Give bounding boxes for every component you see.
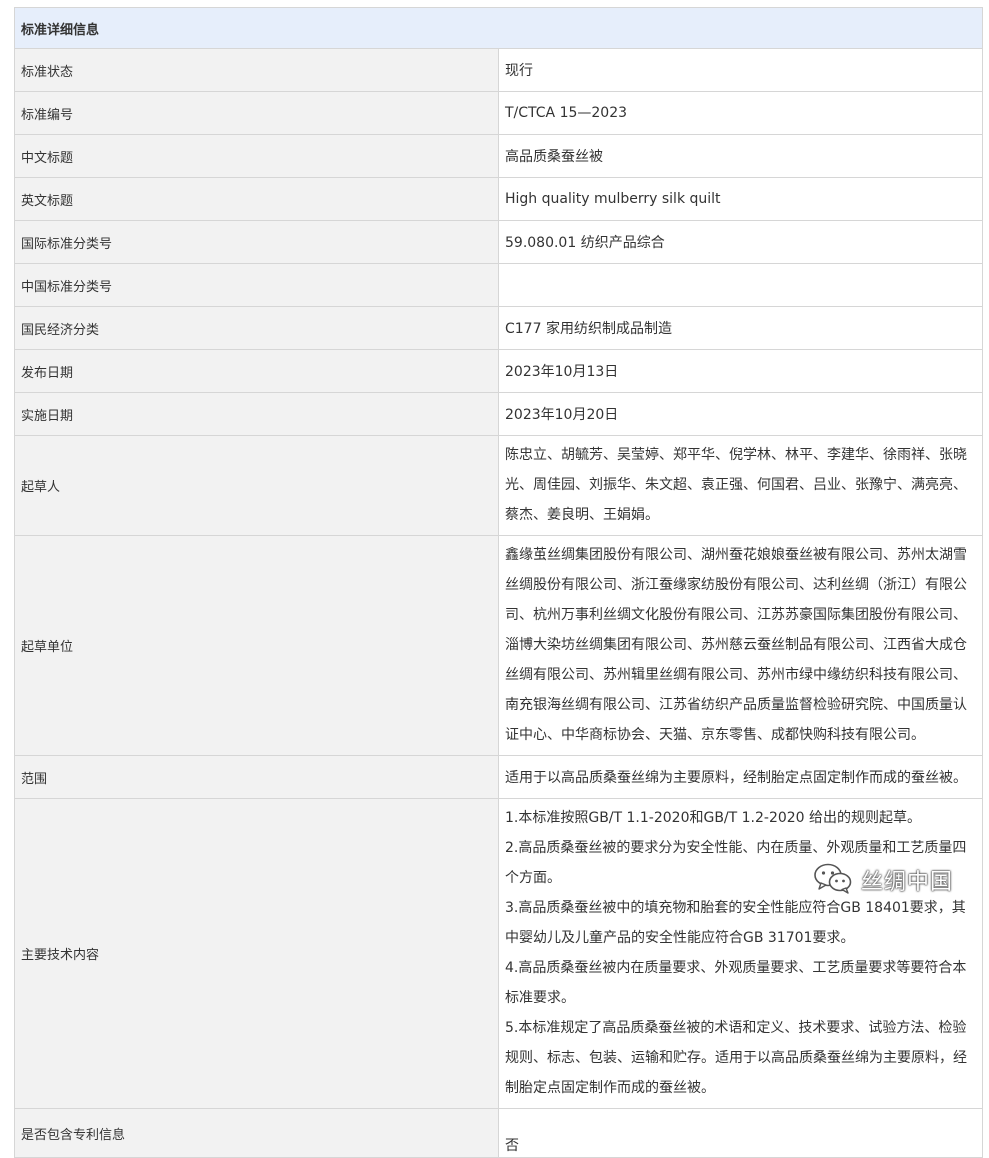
row-label-drafters: 起草人: [14, 435, 499, 536]
section-title: 标准详细信息: [14, 7, 983, 49]
table-row: 中国标准分类号: [14, 263, 983, 307]
watermark-text: 丝绸中国: [861, 870, 954, 895]
wechat-icon: [813, 862, 853, 898]
row-value-patent: 否: [498, 1108, 983, 1158]
row-label-tech-content: 主要技术内容: [14, 798, 499, 1109]
table-header-row: 标准详细信息: [14, 7, 983, 49]
table-row: 是否包含专利信息 否: [14, 1108, 983, 1158]
row-value-ics: 59.080.01 纺织产品综合: [498, 220, 983, 264]
table-row: 英文标题 High quality mulberry silk quilt: [14, 177, 983, 221]
table-row: 标准状态 现行: [14, 48, 983, 92]
row-label-economic-class: 国民经济分类: [14, 306, 499, 350]
row-value-cn-title: 高品质桑蚕丝被: [498, 134, 983, 178]
row-label-patent: 是否包含专利信息: [14, 1108, 499, 1158]
tech-item: 5.本标准规定了高品质桑蚕丝被的术语和定义、技术要求、试验方法、检验规则、标志、…: [505, 1020, 967, 1096]
table-row: 实施日期 2023年10月20日: [14, 392, 983, 436]
row-value-effective-date: 2023年10月20日: [498, 392, 983, 436]
row-value-drafters: 陈忠立、胡毓芳、吴莹婷、郑平华、倪学林、林平、李建华、徐雨祥、张晓光、周佳园、刘…: [498, 435, 983, 536]
watermark: 丝绸中国: [813, 862, 953, 898]
table-row: 国民经济分类 C177 家用纺织制成品制造: [14, 306, 983, 350]
table-row: 发布日期 2023年10月13日: [14, 349, 983, 393]
table-row: 起草人 陈忠立、胡毓芳、吴莹婷、郑平华、倪学林、林平、李建华、徐雨祥、张晓光、周…: [14, 435, 983, 536]
row-value-status: 现行: [498, 48, 983, 92]
row-label-ccs: 中国标准分类号: [14, 263, 499, 307]
row-value-economic-class: C177 家用纺织制成品制造: [498, 306, 983, 350]
row-value-ccs: [498, 263, 983, 307]
row-value-tech-content: 1.本标准按照GB/T 1.1-2020和GB/T 1.2-2020 给出的规则…: [498, 798, 983, 1109]
standard-detail-table: 标准详细信息 标准状态 现行 标准编号 T/CTCA 15—2023 中文标题 …: [14, 7, 983, 1158]
tech-item: 4.高品质桑蚕丝被内在质量要求、外观质量要求、工艺质量要求等要符合本标准要求。: [505, 960, 967, 1006]
tech-item: 1.本标准按照GB/T 1.1-2020和GB/T 1.2-2020 给出的规则…: [505, 810, 922, 826]
row-label-number: 标准编号: [14, 91, 499, 135]
row-label-publish-date: 发布日期: [14, 349, 499, 393]
row-value-scope: 适用于以高品质桑蚕丝绵为主要原料，经制胎定点固定制作而成的蚕丝被。: [498, 755, 983, 799]
table-row: 国际标准分类号 59.080.01 纺织产品综合: [14, 220, 983, 264]
row-label-drafting-units: 起草单位: [14, 535, 499, 756]
row-value-drafting-units: 鑫缘茧丝绸集团股份有限公司、湖州蚕花娘娘蚕丝被有限公司、苏州太湖雪丝绸股份有限公…: [498, 535, 983, 756]
row-label-ics: 国际标准分类号: [14, 220, 499, 264]
row-label-scope: 范围: [14, 755, 499, 799]
table-row: 范围 适用于以高品质桑蚕丝绵为主要原料，经制胎定点固定制作而成的蚕丝被。: [14, 755, 983, 799]
row-value-number: T/CTCA 15—2023: [498, 91, 983, 135]
tech-item: 3.高品质桑蚕丝被中的填充物和胎套的安全性能应符合GB 18401要求，其中婴幼…: [505, 900, 966, 946]
table-row: 标准编号 T/CTCA 15—2023: [14, 91, 983, 135]
row-label-status: 标准状态: [14, 48, 499, 92]
row-label-cn-title: 中文标题: [14, 134, 499, 178]
table-row: 起草单位 鑫缘茧丝绸集团股份有限公司、湖州蚕花娘娘蚕丝被有限公司、苏州太湖雪丝绸…: [14, 535, 983, 756]
row-label-en-title: 英文标题: [14, 177, 499, 221]
standard-detail-panel: 标准详细信息 标准状态 现行 标准编号 T/CTCA 15—2023 中文标题 …: [14, 7, 983, 1158]
row-value-publish-date: 2023年10月13日: [498, 349, 983, 393]
table-row: 中文标题 高品质桑蚕丝被: [14, 134, 983, 178]
row-label-effective-date: 实施日期: [14, 392, 499, 436]
table-row: 主要技术内容 1.本标准按照GB/T 1.1-2020和GB/T 1.2-202…: [14, 798, 983, 1109]
row-value-en-title: High quality mulberry silk quilt: [498, 177, 983, 221]
